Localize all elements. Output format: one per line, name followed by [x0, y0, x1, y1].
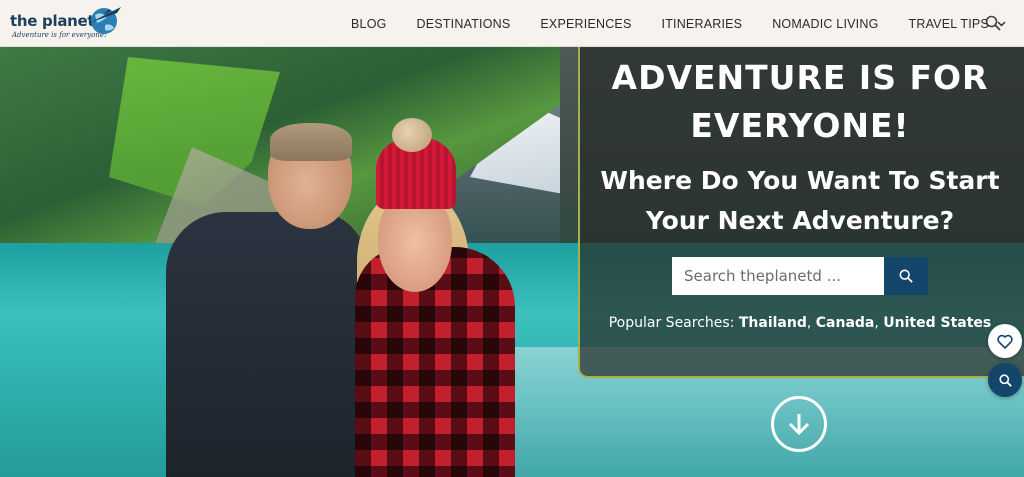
- nav-destinations[interactable]: DESTINATIONS: [417, 17, 511, 31]
- globe-plane-icon: [89, 7, 121, 34]
- popular-searches: Popular Searches: Thailand, Canada, Unit…: [608, 315, 992, 331]
- search-submit-button[interactable]: [884, 257, 928, 295]
- nav-blog[interactable]: BLOG: [351, 17, 387, 31]
- search-icon: [899, 269, 913, 283]
- site-logo[interactable]: the planet Adventure is for everyone!: [10, 3, 121, 43]
- scroll-down-button[interactable]: [771, 396, 827, 452]
- main-nav: BLOG DESTINATIONS EXPERIENCES ITINERARIE…: [351, 0, 1024, 47]
- nav-itineraries[interactable]: ITINERARIES: [662, 17, 743, 31]
- logo-text: the planet: [10, 12, 95, 30]
- popular-search-link[interactable]: United States: [883, 315, 991, 331]
- hero-person-man: [166, 212, 366, 477]
- popular-search-link[interactable]: Thailand: [739, 315, 807, 331]
- floating-search-button[interactable]: [988, 363, 1022, 397]
- hero-beanie-pompom: [392, 118, 432, 152]
- nav-experiences[interactable]: EXPERIENCES: [540, 17, 631, 31]
- arrow-down-icon: [788, 414, 810, 436]
- site-header: the planet Adventure is for everyone! BL…: [0, 0, 1024, 47]
- hero-subtitle: Where Do You Want To Start Your Next Adv…: [600, 166, 1000, 235]
- hero-section: ADVENTURE IS FOR EVERYONE! Where Do You …: [0, 47, 1024, 477]
- search-icon[interactable]: [985, 15, 1001, 31]
- hero-search-panel: ADVENTURE IS FOR EVERYONE! Where Do You …: [578, 47, 1024, 378]
- favorite-button[interactable]: [988, 324, 1022, 358]
- popular-searches-label: Popular Searches:: [608, 315, 735, 331]
- search-icon: [998, 373, 1012, 387]
- search-input[interactable]: [672, 257, 884, 295]
- popular-search-link[interactable]: Canada: [816, 315, 875, 331]
- nav-nomadic-living[interactable]: NOMADIC LIVING: [772, 17, 878, 31]
- hero-title: ADVENTURE IS FOR EVERYONE!: [611, 58, 989, 145]
- hero-person-man-hair: [270, 123, 352, 161]
- heart-icon: [997, 334, 1013, 349]
- nav-travel-tips-label: TRAVEL TIPS: [908, 16, 989, 31]
